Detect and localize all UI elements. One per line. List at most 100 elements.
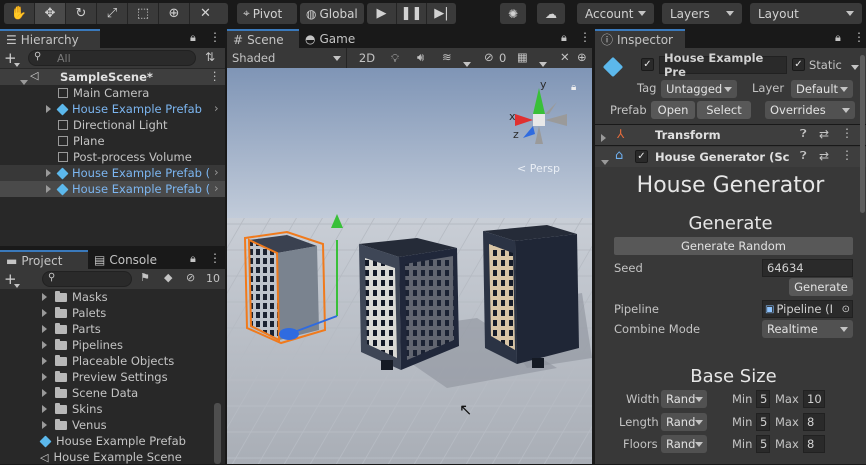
component-enabled-checkbox[interactable]: ✓ — [635, 150, 648, 163]
rotate-tool-icon[interactable]: ↻ — [66, 3, 97, 24]
project-folder[interactable]: Parts — [0, 321, 101, 337]
expand-arrow-icon[interactable] — [46, 169, 51, 177]
shading-mode-dropdown[interactable]: Shaded — [227, 48, 347, 68]
hierarchy-item-directional-light[interactable]: Directional Light — [0, 117, 225, 133]
rect-tool-icon[interactable]: ⬚ — [128, 3, 159, 24]
expand-arrow-icon[interactable] — [42, 325, 47, 333]
kebab-menu-icon[interactable]: ⋮ — [209, 30, 221, 44]
expand-arrow-icon[interactable] — [42, 405, 47, 413]
pause-icon[interactable]: ❚❚ — [397, 3, 427, 24]
hierarchy-item-post-process[interactable]: Post-process Volume — [0, 149, 225, 165]
tab-inspector[interactable]: ⓘ Inspector — [595, 29, 685, 48]
project-scrollbar[interactable] — [214, 403, 221, 464]
sort-icon[interactable]: ⇅ — [205, 50, 215, 64]
transform-tool-icon[interactable]: ⊕ — [159, 3, 190, 24]
length-min-input[interactable]: 5 — [756, 413, 770, 431]
length-max-input[interactable]: 8 — [803, 413, 825, 431]
lock-icon[interactable]: 🔒︎ — [835, 31, 841, 45]
layout-dropdown[interactable]: Layout — [750, 3, 862, 24]
hierarchy-item-main-camera[interactable]: Main Camera — [0, 85, 225, 101]
presets-icon[interactable]: ⇄ — [819, 149, 829, 163]
help-icon[interactable]: ❓︎ — [800, 127, 807, 141]
project-asset[interactable]: ◁ House Example Scene — [0, 449, 182, 465]
gizmos-icon[interactable]: ⊕ — [577, 50, 587, 64]
hierarchy-search-input[interactable]: ⚲ All — [28, 50, 196, 66]
expand-arrow-icon[interactable] — [46, 105, 51, 113]
expand-arrow-icon[interactable] — [42, 293, 47, 301]
kebab-menu-icon[interactable]: ⋮ — [209, 69, 221, 83]
open-prefab-button[interactable]: Open — [651, 101, 695, 119]
width-mode-dropdown[interactable]: Rand — [661, 390, 707, 408]
expand-arrow-icon[interactable] — [46, 185, 51, 193]
combine-mode-dropdown[interactable]: Realtime — [762, 320, 853, 338]
kebab-menu-icon[interactable]: ⋮ — [209, 251, 221, 265]
generate-button[interactable]: Generate — [789, 278, 853, 296]
layers-dropdown[interactable]: Layers — [662, 3, 742, 24]
pipeline-object-field[interactable]: ▣ Pipeline (I ⊙ — [762, 300, 853, 318]
kebab-menu-icon[interactable]: ⋮ — [579, 30, 591, 44]
kebab-menu-icon[interactable]: ⋮ — [853, 30, 865, 44]
custom-tool-icon[interactable]: ✕ — [190, 3, 221, 24]
lock-icon[interactable]: 🔒︎ — [190, 252, 196, 266]
seed-input[interactable]: 64634 — [762, 259, 853, 277]
width-max-input[interactable]: 10 — [803, 390, 825, 408]
project-folder[interactable]: Placeable Objects — [0, 353, 174, 369]
project-asset[interactable]: House Example Prefab — [0, 433, 186, 449]
move-tool-icon[interactable]: ✥ — [35, 3, 66, 24]
layer-dropdown[interactable]: Default — [791, 80, 853, 98]
object-picker-icon[interactable]: ⊙ — [842, 304, 850, 315]
lock-icon[interactable]: 🔒︎ — [561, 31, 567, 45]
perspective-label[interactable]: < Persp — [517, 162, 560, 175]
expand-arrow-icon[interactable] — [42, 421, 47, 429]
cloud-icon[interactable]: ☁ — [537, 3, 565, 24]
hidden-eye-icon[interactable]: ⊘ — [186, 271, 195, 284]
lighting-icon[interactable]: 💡︎ — [391, 51, 399, 66]
project-folder[interactable]: Palets — [0, 305, 106, 321]
tab-project[interactable]: ▬ Project — [0, 250, 88, 269]
transform-component-header[interactable]: ⅄ Transform ❓︎ ⇄ ⋮ — [595, 125, 866, 145]
scene-row[interactable]: ◁ SampleScene* ⋮ — [0, 69, 225, 85]
label-icon[interactable]: ◆ — [164, 271, 172, 284]
collab-icon[interactable]: ✺ — [500, 3, 526, 24]
presets-icon[interactable]: ⇄ — [819, 127, 829, 141]
expand-arrow-icon[interactable] — [42, 309, 47, 317]
tab-console[interactable]: ▤ Console — [88, 250, 160, 269]
step-icon[interactable]: ▶| — [427, 3, 456, 24]
lock-icon[interactable]: 🔒︎ — [190, 31, 196, 45]
chevron-right-icon[interactable]: › — [214, 101, 219, 115]
play-icon[interactable]: ▶ — [367, 3, 397, 24]
static-checkbox[interactable]: ✓ — [792, 58, 805, 71]
global-toggle[interactable]: ◍ Global — [300, 3, 364, 24]
expand-arrow-icon[interactable] — [42, 389, 47, 397]
inspector-scrollbar[interactable] — [860, 55, 865, 213]
generate-random-button[interactable]: Generate Random — [614, 237, 853, 255]
expand-arrow-icon[interactable] — [601, 154, 609, 168]
filter-type-icon[interactable]: ⚑ — [140, 271, 150, 284]
hierarchy-item-plane[interactable]: Plane — [0, 133, 225, 149]
project-folder[interactable]: Preview Settings — [0, 369, 168, 385]
chevron-right-icon[interactable]: › — [214, 181, 219, 195]
length-mode-dropdown[interactable]: Rand — [661, 413, 707, 431]
expand-arrow-icon[interactable] — [42, 341, 47, 349]
toggle-2d-button[interactable]: 2D — [354, 48, 380, 68]
kebab-menu-icon[interactable]: ⋮ — [841, 126, 853, 140]
grid-icon[interactable]: ▦ — [517, 50, 528, 64]
project-folder[interactable]: Pipelines — [0, 337, 123, 353]
expand-arrow-icon[interactable] — [42, 357, 47, 365]
width-min-input[interactable]: 5 — [756, 390, 770, 408]
select-prefab-button[interactable]: Select — [697, 101, 751, 119]
tab-hierarchy[interactable]: ☰ Hierarchy — [0, 29, 100, 48]
house-building[interactable] — [483, 225, 579, 368]
account-dropdown[interactable]: Account — [577, 3, 654, 24]
help-icon[interactable]: ❓︎ — [800, 149, 807, 163]
hand-tool-icon[interactable]: ✋ — [4, 3, 35, 24]
active-checkbox[interactable]: ✓ — [641, 58, 654, 71]
scale-tool-icon[interactable]: ⤢ — [97, 3, 128, 24]
hierarchy-item-house-prefab[interactable]: House Example Prefab › — [0, 101, 225, 117]
floors-max-input[interactable]: 8 — [803, 435, 825, 453]
audio-icon[interactable]: 🔊︎ — [417, 50, 424, 65]
hierarchy-item-house-prefab-1[interactable]: House Example Prefab ( › — [0, 165, 225, 181]
pivot-toggle[interactable]: ⌖ Pivot — [237, 3, 297, 24]
floors-mode-dropdown[interactable]: Rand — [661, 435, 707, 453]
hidden-eye-icon[interactable]: ⊘ — [484, 50, 494, 64]
